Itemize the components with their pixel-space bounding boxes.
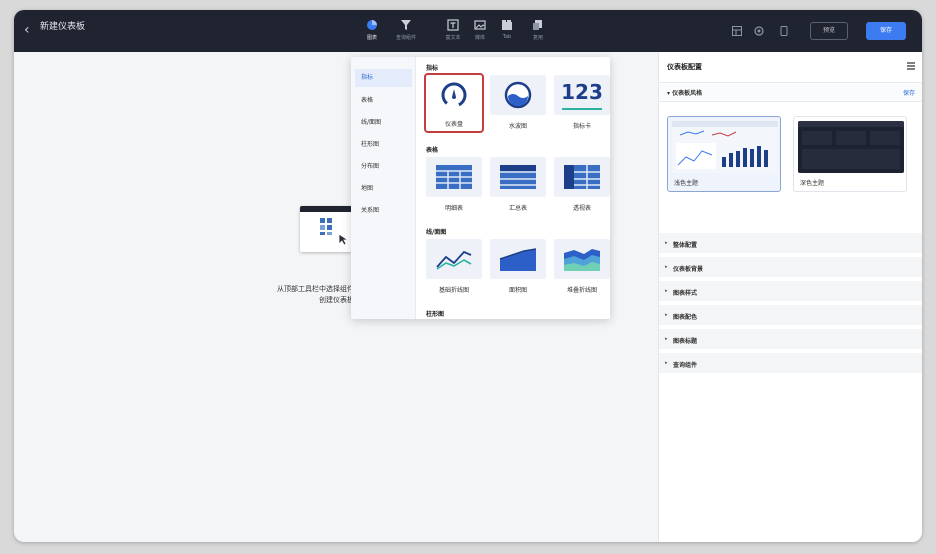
preview-button[interactable]: 预览 [810,22,848,40]
category-line-area[interactable]: 线/面图 [355,114,412,132]
style-section-title: ▾ 仪表板风格 [667,90,703,97]
chart-tile-pivot-table[interactable]: 透视表 [554,157,610,215]
chart-tile-name: 堆叠折线图 [566,287,597,294]
pivot-table-icon [564,165,600,189]
chart-type-grid: 指标 仪表盘 水波图 123 指标卡 表格 明细表 汇总表 透视表 线/面图 基… [416,57,610,319]
dark-theme-thumbnail-icon [798,121,904,169]
config-section-chart-colors[interactable]: ▸ 图表配色 [659,305,922,327]
caret-right-icon: ▸ [665,360,668,366]
copy-icon [533,20,542,30]
empty-state-line1: 从顶部工具栏中选择组件 [277,285,354,293]
tool-filter[interactable]: 查询组件 [394,19,418,47]
chevron-left-icon[interactable]: ‹ [24,22,30,38]
category-map[interactable]: 地图 [355,180,412,198]
line-chart-icon [436,250,472,270]
text-icon [447,19,459,31]
chart-tile-summary-table[interactable]: 汇总表 [490,157,546,215]
light-theme-thumbnail-icon [672,121,778,169]
section-title-bar: 柱形图 [426,311,445,318]
config-section-chart-title[interactable]: ▸ 图表标题 [659,329,922,351]
theme-name: 浅色主题 [674,180,699,187]
section-title-metric: 指标 [426,65,439,72]
theme-card-dark[interactable]: 深色主题 [793,116,907,192]
image-icon [474,20,486,30]
tool-label: 富文本 [445,35,461,41]
tool-label: Tab [502,34,512,40]
dark-theme-preview [798,121,904,173]
category-distribution[interactable]: 分布图 [355,158,412,176]
settings-icon[interactable] [754,26,764,36]
layout-icon[interactable] [732,26,742,36]
tool-reuse[interactable]: 复用 [526,19,550,47]
dashboard-config-panel: 仪表板配置 ▾ 仪表板风格 保存 浅色主题 深色主题 ▸ 整体配置 ▸ 仪表板背… [658,52,922,542]
chart-tile-name: 透视表 [572,205,591,212]
section-title-line-area: 线/面图 [426,229,447,236]
tool-label: 查询组件 [395,35,416,41]
kpi-card-icon: 123 [561,80,603,104]
section-title-table: 表格 [426,147,439,154]
caret-right-icon: ▸ [665,288,668,294]
category-table[interactable]: 表格 [355,92,412,110]
chart-tile-name: 水波图 [508,123,527,130]
theme-card-light[interactable]: 浅色主题 [667,116,781,192]
chart-category-list: 指标 表格 线/面图 柱形图 分布图 地图 关系图 [351,57,416,319]
kpi-underline [562,108,602,110]
chart-tile-basic-line[interactable]: 基础折线图 [426,239,482,297]
tool-chart[interactable]: 图表 [360,19,384,47]
chart-tile-stacked-line[interactable]: 堆叠折线图 [554,239,610,297]
config-section-chart-style[interactable]: ▸ 图表样式 [659,281,922,303]
empty-state-text: 从顶部工具栏中选择组件 创建仪表板 [254,284,354,306]
config-section-background[interactable]: ▸ 仪表板背景 [659,257,922,279]
save-style-link[interactable]: 保存 [903,88,915,97]
config-section-overall[interactable]: ▸ 整体配置 [659,233,922,255]
category-bar[interactable]: 柱形图 [355,136,412,154]
chart-tile-name: 明细表 [444,205,463,212]
tab-icon [502,20,512,30]
tool-label: 图表 [366,35,377,41]
category-relation[interactable]: 关系图 [355,202,412,220]
pointer-cursor-icon [338,233,350,246]
mobile-icon[interactable] [779,26,789,36]
chart-tile-name: 面积图 [508,287,527,294]
chart-tile-area[interactable]: 面积图 [490,239,546,297]
caret-right-icon: ▸ [665,336,668,342]
dashboard-title[interactable]: 新建仪表板 [40,19,85,32]
tool-label: 复用 [532,35,543,41]
liquid-fill-icon [504,81,532,109]
empty-state-line2: 创建仪表板 [319,296,354,304]
detail-table-icon [436,165,472,189]
chart-tile-name: 基础折线图 [438,287,469,294]
chart-tile-name: 仪表盘 [444,121,463,128]
caret-right-icon: ▸ [665,312,668,318]
top-toolbar: ‹ 新建仪表板 图表 查询组件 富文本 媒体 Tab 复用 预览 保存 [14,10,922,52]
chart-tile-gauge[interactable]: 仪表盘 [424,73,484,133]
chart-tile-liquid[interactable]: 水波图 [490,75,546,133]
tool-media[interactable]: 媒体 [468,19,492,47]
app-window: ‹ 新建仪表板 图表 查询组件 富文本 媒体 Tab 复用 预览 保存 从顶部工… [14,10,922,542]
filter-icon [401,20,411,30]
chart-tile-name: 汇总表 [508,205,527,212]
light-theme-preview [672,121,778,173]
chart-tile-name: 指标卡 [572,123,591,130]
category-metric[interactable]: 指标 [355,69,412,87]
config-section-query[interactable]: ▸ 查询组件 [659,353,922,375]
chart-tile-kpi[interactable]: 123 指标卡 [554,75,610,133]
summary-table-icon [500,165,536,189]
chart-pie-icon [367,20,377,30]
tool-label: 媒体 [474,35,485,41]
caret-right-icon: ▸ [665,240,668,246]
chart-tile-detail-table[interactable]: 明细表 [426,157,482,215]
area-chart-icon [499,248,537,271]
tool-tab[interactable]: Tab [495,19,519,47]
caret-right-icon: ▸ [665,264,668,270]
save-button[interactable]: 保存 [866,22,906,40]
gauge-icon [441,82,467,108]
panel-title: 仪表板配置 [667,63,702,71]
menu-icon[interactable] [907,62,915,70]
style-section-header[interactable]: ▾ 仪表板风格 保存 [659,82,922,102]
stacked-line-icon [564,249,600,271]
theme-name: 深色主题 [800,180,825,187]
tool-richtext[interactable]: 富文本 [441,19,465,47]
chart-type-picker: 指标 表格 线/面图 柱形图 分布图 地图 关系图 指标 仪表盘 水波图 123 [351,57,610,319]
